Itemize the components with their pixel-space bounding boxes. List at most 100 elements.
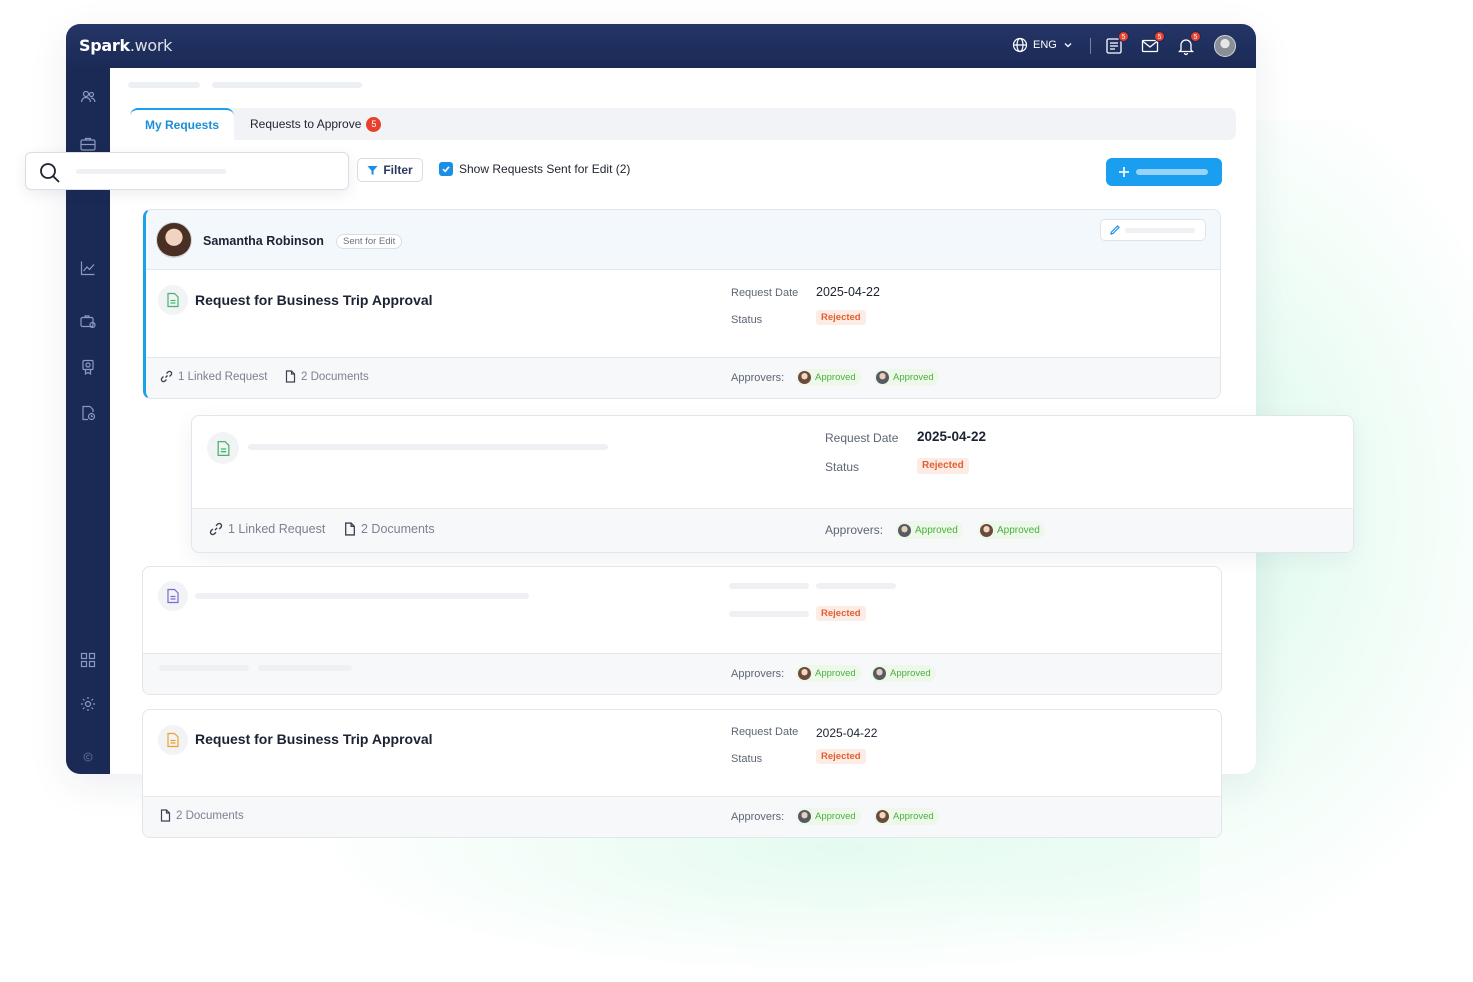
request-date: 2025-04-22: [816, 726, 878, 740]
file-icon: [345, 522, 355, 536]
users-icon[interactable]: [79, 88, 97, 106]
documents-link[interactable]: 2 Documents: [285, 370, 369, 383]
link-icon: [209, 522, 223, 536]
status-badge: Rejected: [816, 310, 866, 325]
language-selector[interactable]: ENG: [1012, 37, 1074, 53]
tab-bar: My Requests Requests to Approve 5: [130, 108, 1236, 140]
footer-placeholder: [159, 665, 249, 671]
check-icon: [442, 166, 450, 173]
user-avatar[interactable]: [1214, 35, 1236, 57]
approver-status: Approved: [874, 369, 939, 386]
search-input[interactable]: [25, 152, 349, 190]
filter-icon: [367, 165, 378, 175]
approver-status: Approved: [874, 808, 939, 825]
avatar: [156, 222, 192, 258]
documents-link[interactable]: 2 Documents: [160, 809, 244, 822]
add-request-button[interactable]: [1106, 158, 1222, 186]
request-card[interactable]: Request for Business Trip Approval Reque…: [142, 709, 1222, 838]
status-label: Status: [731, 753, 763, 765]
card-footer: 2 Documents Approvers: Approved Approved: [143, 796, 1221, 837]
filter-button[interactable]: Filter: [357, 158, 423, 182]
button-label-placeholder: [1125, 228, 1195, 233]
avatar: [876, 810, 889, 823]
count-badge: 5: [366, 116, 382, 132]
request-card[interactable]: Request Date 2025-04-22 Status Rejected …: [191, 415, 1354, 553]
certificate-icon[interactable]: [79, 358, 97, 376]
approvers-label: Approvers:: [731, 372, 785, 384]
chevron-down-icon: [1064, 43, 1072, 48]
avatar: [876, 371, 889, 384]
request-date-label: Request Date: [731, 287, 799, 299]
status-label: Status: [731, 314, 763, 326]
status-badge: Rejected: [816, 606, 866, 621]
app-logo[interactable]: Spark.work: [79, 36, 172, 55]
document-icon: [158, 581, 188, 611]
request-date: 2025-04-22: [917, 429, 987, 444]
search-icon: [40, 163, 60, 183]
checkbox-checked[interactable]: [439, 162, 453, 176]
request-card[interactable]: Rejected Approvers: Approved Approved: [142, 566, 1222, 695]
pencil-icon: [1110, 225, 1120, 235]
requests-badge: 5: [1118, 31, 1129, 42]
title-placeholder: [195, 593, 529, 599]
request-card[interactable]: Samantha Robinson Sent for Edit Request …: [143, 209, 1221, 399]
tab-my-requests[interactable]: My Requests: [130, 108, 234, 140]
avatar: [798, 810, 811, 823]
breadcrumb-placeholder: [128, 82, 200, 88]
document-clock-icon[interactable]: [79, 404, 97, 422]
checkbox-label: Show Requests Sent for Edit (2): [459, 162, 631, 176]
request-title[interactable]: Request for Business Trip Approval: [195, 731, 433, 747]
approver-status: Approved: [796, 369, 861, 386]
linked-request-link[interactable]: 1 Linked Request: [160, 370, 268, 383]
avatar: [980, 523, 993, 537]
briefcase-settings-icon[interactable]: [79, 312, 97, 330]
grid-icon[interactable]: [79, 651, 97, 669]
avatar: [898, 523, 911, 537]
label-placeholder: [729, 611, 809, 617]
briefcase-icon[interactable]: [79, 135, 97, 153]
mail-button[interactable]: 5: [1140, 31, 1165, 56]
search-placeholder: [76, 169, 226, 174]
edit-button[interactable]: [1100, 219, 1206, 241]
copyright-icon: [83, 752, 93, 762]
gear-icon[interactable]: [79, 695, 97, 713]
label-placeholder: [729, 583, 809, 589]
chart-line-icon[interactable]: [79, 259, 97, 277]
linked-request-link[interactable]: 1 Linked Request: [209, 522, 325, 536]
file-icon: [285, 370, 296, 383]
card-footer: 1 Linked Request 2 Documents Approvers: …: [146, 357, 1220, 398]
show-sent-for-edit-checkbox[interactable]: Show Requests Sent for Edit (2): [439, 162, 630, 176]
value-placeholder: [816, 583, 896, 589]
tab-label: Requests to Approve: [250, 117, 362, 131]
filter-label: Filter: [383, 163, 413, 177]
mail-badge: 5: [1154, 31, 1165, 42]
approver-status: Approved: [796, 665, 861, 682]
requests-button[interactable]: 5: [1104, 31, 1129, 56]
divider: [1090, 38, 1091, 54]
notifications-badge: 5: [1190, 31, 1201, 42]
approvers-label: Approvers:: [825, 523, 884, 537]
plus-icon: [1119, 167, 1129, 177]
status-badge: Rejected: [816, 749, 866, 764]
documents-link[interactable]: 2 Documents: [344, 522, 435, 536]
title-placeholder: [248, 444, 608, 450]
avatar: [798, 371, 811, 384]
card-header: Samantha Robinson Sent for Edit: [146, 210, 1220, 270]
file-icon: [160, 809, 171, 822]
approver-status: Approved: [871, 665, 936, 682]
tab-requests-to-approve[interactable]: Requests to Approve 5: [250, 108, 382, 140]
card-footer: 1 Linked Request 2 Documents Approvers: …: [192, 508, 1353, 552]
notifications-button[interactable]: 5: [1176, 31, 1201, 56]
request-title[interactable]: Request for Business Trip Approval: [195, 292, 433, 308]
card-footer: Approvers: Approved Approved: [143, 653, 1221, 694]
request-date: 2025-04-22: [816, 285, 880, 299]
approver-status: Approved: [896, 521, 963, 539]
request-date-label: Request Date: [825, 431, 899, 445]
request-date-label: Request Date: [731, 726, 799, 738]
approver-status: Approved: [978, 521, 1045, 539]
top-bar: Spark.work ENG 5 5 5: [66, 24, 1256, 68]
approvers-label: Approvers:: [731, 811, 785, 823]
approver-status: Approved: [796, 808, 861, 825]
breadcrumb-placeholder: [212, 82, 362, 88]
document-icon: [158, 285, 188, 315]
